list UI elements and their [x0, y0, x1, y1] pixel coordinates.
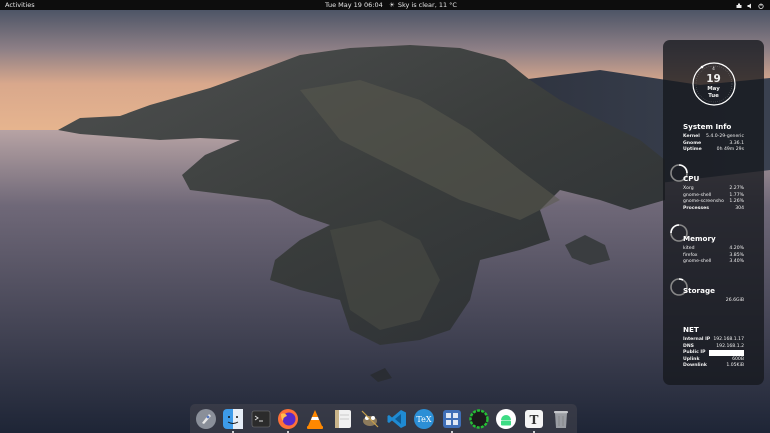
power-icon[interactable] [758, 2, 764, 9]
desktop-wallpaper [0, 0, 770, 433]
dock-item-notes[interactable] [331, 407, 355, 431]
finder-icon [223, 408, 244, 429]
dock: TeX T [190, 404, 577, 433]
calendar-small-value: 4 [712, 66, 715, 71]
dock-item-android[interactable] [494, 407, 518, 431]
progress-icon [469, 408, 489, 429]
processes-row: Processes 304 [683, 205, 744, 211]
system-info-list: Kernel 5.4.0-29-generic Gnome 3.36.1 Uptim… [683, 134, 744, 154]
net-info-list: Internal IP 192.168.1.17 DNS 192.168.1.2 P… [683, 337, 744, 370]
android-icon [496, 408, 517, 429]
memory-row: gnome-shell 3.40% [683, 259, 744, 264]
dock-item-vlc[interactable] [303, 407, 327, 431]
dock-item-trash[interactable] [549, 407, 573, 431]
cpu-process-list: Xorg 2.27% gnome-shell 1.77% gnome-screens… [683, 186, 744, 212]
running-indicator [232, 430, 235, 433]
weather-indicator[interactable]: ☀ Sky is clear, 11 °C [389, 0, 457, 10]
uptime-row: Uptime 0h 49m 29s [683, 147, 744, 152]
system-info-title: System Info [683, 122, 732, 131]
downlink-row: Downlink 1.05KiB [683, 363, 744, 368]
clock-menu[interactable]: Tue May 19 06:04 [325, 0, 383, 10]
sun-icon: ☀ [389, 1, 395, 9]
vscode-icon [387, 409, 407, 428]
dock-item-typora[interactable]: T [522, 407, 546, 433]
trash-icon [554, 410, 569, 428]
net-title: NET [683, 325, 699, 334]
vlc-icon [307, 409, 324, 429]
gimp-icon [361, 410, 379, 427]
calendar-month: May [707, 86, 720, 92]
terminal-icon [251, 410, 270, 427]
dock-item-finder[interactable] [221, 407, 245, 433]
storage-title: Storage [683, 286, 715, 295]
conky-system-monitor: 4 19 May Tue System Info Kernel 5.4.0-29-… [663, 40, 764, 385]
typora-icon: T [524, 409, 543, 428]
running-indicator [450, 430, 453, 433]
launchpad-icon [195, 408, 216, 429]
running-indicator [286, 430, 289, 433]
storage-value: 26.6GiB [725, 298, 744, 303]
memory-title: Memory [683, 234, 716, 243]
firefox-icon [277, 408, 298, 429]
dock-item-terminal[interactable] [249, 407, 273, 431]
activities-button[interactable]: Activities [5, 0, 35, 10]
calendar-weekday: Tue [708, 93, 719, 99]
calendar-day: 19 [706, 73, 721, 85]
memory-process-list: kited 4.20% firefox 3.85% gnome-shell 3.40% [683, 246, 744, 266]
svg-text:TeX: TeX [417, 415, 432, 424]
volume-icon[interactable] [747, 2, 753, 9]
system-tray[interactable] [736, 0, 764, 10]
dock-item-gimp[interactable] [358, 407, 382, 431]
tex-icon: TeX [414, 408, 435, 429]
dock-item-firefox[interactable] [276, 407, 300, 433]
network-icon[interactable] [736, 2, 742, 8]
dock-item-vscode[interactable] [385, 407, 409, 431]
dock-item-launchpad[interactable] [194, 407, 218, 431]
dock-item-tweaks[interactable] [440, 407, 464, 433]
public-ip-redacted [709, 350, 744, 356]
storage-info: 26.6GiB [683, 298, 744, 305]
cpu-title: CPU [683, 174, 700, 183]
svg-text:T: T [529, 413, 538, 427]
dock-item-tex[interactable]: TeX [413, 407, 437, 431]
dock-item-progress[interactable] [467, 407, 491, 431]
weather-text: Sky is clear, 11 °C [397, 1, 457, 9]
running-indicator [532, 430, 535, 433]
notes-icon [334, 409, 351, 428]
top-bar: Activities Tue May 19 06:04 ☀ Sky is clea… [0, 0, 770, 10]
tweaks-icon [442, 409, 461, 428]
